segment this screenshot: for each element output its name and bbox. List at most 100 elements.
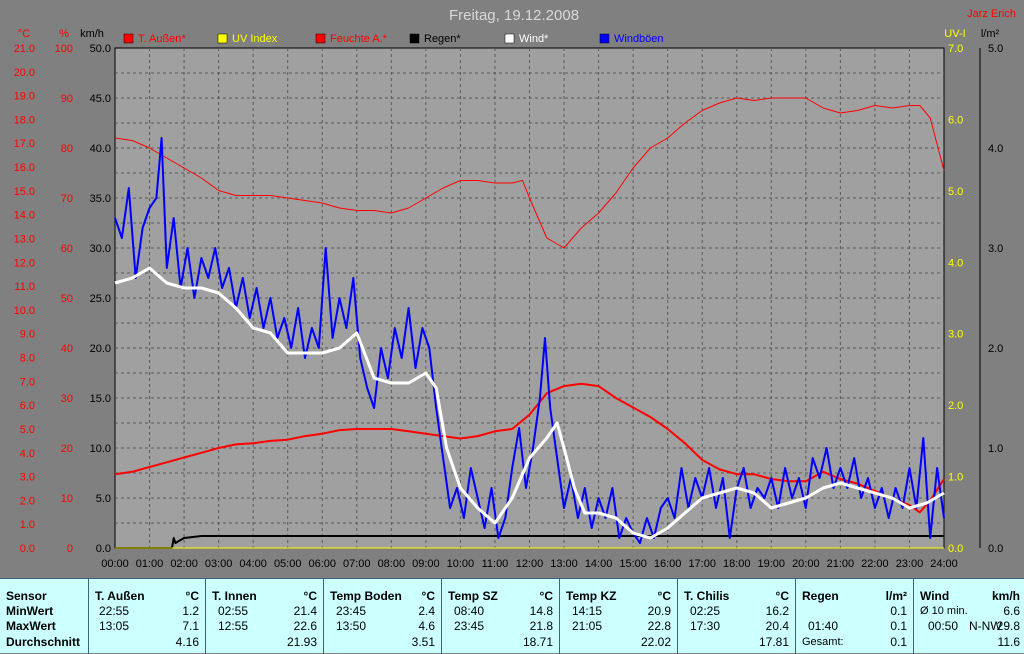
stats-col-t-chilis: T. Chilis °C 02:25 16.2 17:30 20.4 17.81 <box>677 579 795 654</box>
humidity-tick-label: 30 <box>61 393 73 405</box>
weather-chart: 0.0 1.0 2.0 3.0 4.0 5.0 6.0 7.0 8.0 9.0 10.0 11.0 12… <box>14 7 1016 570</box>
min-time: 23:45 <box>336 604 367 618</box>
temp-tick-label: 5.0 <box>20 424 35 436</box>
stats-col-wind: Wind km/h Ø 10 min. 6.6 00:50 N-NW 29.8 … <box>913 579 1024 654</box>
max-value: 20.4 <box>765 619 789 633</box>
max-time: 17:30 <box>690 619 721 633</box>
stats-col-temp-kz: Temp KZ °C 14:15 20.9 21:05 22.8 22.02 <box>559 579 677 654</box>
col-title: Temp SZ <box>448 589 498 603</box>
max-value: 21.8 <box>529 619 553 633</box>
col-unit: km/h <box>991 589 1020 603</box>
temp-tick-label: 18.0 <box>14 114 35 126</box>
temp-tick-label: 14.0 <box>14 210 35 222</box>
x-tick-label: 10:00 <box>447 558 475 570</box>
col-unit: °C <box>775 589 789 603</box>
uv-tick-label: 1.0 <box>948 472 963 484</box>
rain-tick-label: 5.0 <box>988 43 1003 55</box>
statistics-table: Sensor MinWert MaxWert Durchschnitt T. A… <box>0 578 1024 654</box>
x-tick-label: 09:00 <box>412 558 440 570</box>
temp-tick-label: 9.0 <box>20 329 35 341</box>
temp-tick-label: 16.0 <box>14 162 35 174</box>
temp-tick-label: 11.0 <box>14 281 35 293</box>
min-value: 14.8 <box>529 604 553 618</box>
legend-label: UV Index <box>232 33 278 45</box>
wind-tick-label: 35.0 <box>90 193 111 205</box>
temp-tick-label: 21.0 <box>14 43 35 55</box>
uv-axis-unit: UV-I <box>944 28 965 40</box>
col-unit: °C <box>539 589 553 603</box>
max-value: 4.6 <box>418 619 435 633</box>
max-time: 23:45 <box>454 619 485 633</box>
row-label-min: MinWert <box>6 604 54 618</box>
max-time: 13:50 <box>336 619 367 633</box>
x-tick-label: 11:00 <box>482 558 509 570</box>
x-tick-label: 23:00 <box>896 558 924 570</box>
row1-value: 0.1 <box>890 604 907 618</box>
temp-tick-label: 3.0 <box>20 472 35 484</box>
wind-tick-label: 20.0 <box>90 343 111 355</box>
wind-tick-label: 50.0 <box>90 43 111 55</box>
humidity-tick-label: 70 <box>61 193 73 205</box>
rain-tick-label: 3.0 <box>988 243 1003 255</box>
uv-tick-label: 6.0 <box>948 114 963 126</box>
x-tick-label: 13:00 <box>550 558 578 570</box>
chart-title: Freitag, 19.12.2008 <box>449 7 579 24</box>
legend-swatch <box>599 33 610 44</box>
temp-tick-label: 7.0 <box>20 376 35 388</box>
gust-time: 00:50 <box>928 619 959 633</box>
legend-swatch <box>315 33 326 44</box>
stats-col-t-innen: T. Innen °C 02:55 21.4 12:55 22.6 21.93 <box>205 579 323 654</box>
col-title: Wind <box>920 589 950 603</box>
legend-label: Windböen <box>614 33 664 45</box>
col-title: T. Innen <box>212 589 257 603</box>
uv-tick-label: 0.0 <box>948 543 963 555</box>
legend-swatch <box>504 33 515 44</box>
avg-value: 4.16 <box>175 635 199 649</box>
x-tick-label: 05:00 <box>274 558 302 570</box>
temp-tick-label: 19.0 <box>14 91 35 103</box>
wind-avg-value: 11.6 <box>997 635 1020 649</box>
x-tick-label: 12:00 <box>516 558 544 570</box>
temp-tick-label: 6.0 <box>20 400 35 412</box>
temp-tick-label: 12.0 <box>14 257 35 269</box>
wind-tick-label: 30.0 <box>90 243 111 255</box>
col-unit: l/m² <box>885 589 907 603</box>
avg-value: 17.81 <box>758 635 789 649</box>
x-tick-label: 24:00 <box>930 558 958 570</box>
x-tick-label: 19:00 <box>758 558 786 570</box>
min-time: 02:25 <box>690 604 721 618</box>
temp-tick-label: 15.0 <box>14 186 35 198</box>
col-unit: °C <box>657 589 671 603</box>
legend-label: T. Außen* <box>138 33 186 45</box>
humidity-tick-label: 80 <box>61 143 73 155</box>
humidity-tick-label: 90 <box>61 93 73 105</box>
stats-header-sensor: Sensor <box>6 589 47 603</box>
x-tick-label: 07:00 <box>343 558 371 570</box>
rain-tick-label: 1.0 <box>988 443 1003 455</box>
uv-tick-label: 2.0 <box>948 400 963 412</box>
humidity-tick-label: 50 <box>61 293 73 305</box>
wind-tick-label: 25.0 <box>90 293 111 305</box>
col-title: Regen <box>802 589 839 603</box>
x-tick-label: 15:00 <box>619 558 647 570</box>
avg-value: 22.02 <box>640 635 671 649</box>
min-time: 22:55 <box>99 604 130 618</box>
col-unit: °C <box>303 589 317 603</box>
wind-tick-label: 40.0 <box>90 143 111 155</box>
x-tick-label: 21:00 <box>827 558 855 570</box>
humidity-tick-label: 100 <box>55 43 73 55</box>
col-unit: °C <box>421 589 435 603</box>
humidity-tick-label: 10 <box>61 493 73 505</box>
legend-label: Feuchte A.* <box>330 33 388 45</box>
max-value: 22.8 <box>647 619 671 633</box>
x-tick-label: 08:00 <box>378 558 406 570</box>
x-tick-label: 06:00 <box>308 558 336 570</box>
humidity-tick-label: 60 <box>61 243 73 255</box>
row2-value: 0.1 <box>890 619 907 633</box>
x-tick-label: 00:00 <box>101 558 129 570</box>
avg10-label: Ø 10 min. <box>920 605 968 617</box>
uv-tick-label: 5.0 <box>948 186 963 198</box>
min-value: 20.9 <box>647 604 671 618</box>
max-time: 21:05 <box>572 619 603 633</box>
temp-tick-label: 4.0 <box>20 448 35 460</box>
